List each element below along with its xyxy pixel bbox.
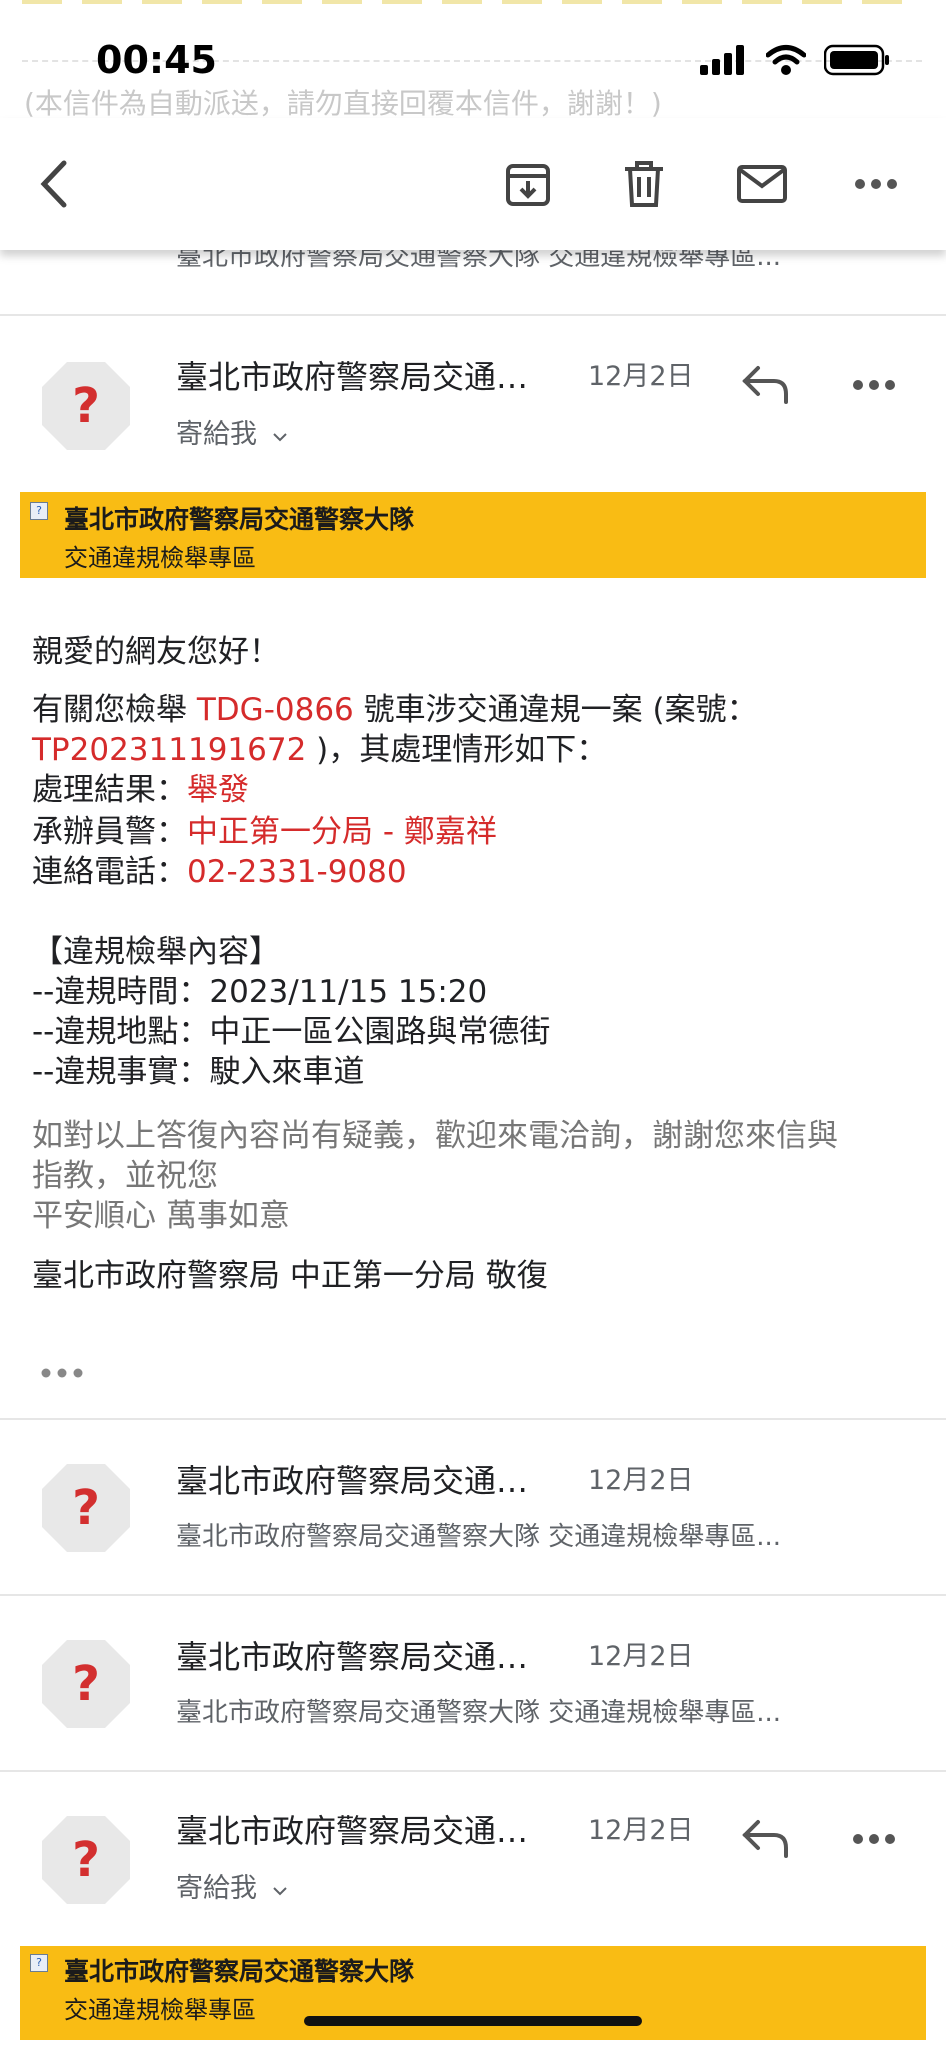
reply-button[interactable] — [740, 1816, 800, 1876]
mark-unread-button[interactable] — [726, 148, 798, 220]
status-time: 00:45 — [96, 38, 217, 82]
status-icons — [700, 44, 890, 76]
message-row[interactable]: ? 臺北市政府警察局交通… 12月2日 臺北市政府警察局交通警察大隊 交通違規檢… — [0, 1420, 946, 1594]
more-icon — [853, 1834, 895, 1844]
chevron-down-icon — [272, 1887, 287, 1896]
closing-line-3: 平安順心 萬事如意 — [32, 1198, 290, 1234]
message-date: 12月2日 — [588, 361, 694, 392]
wifi-icon — [766, 45, 806, 75]
archive-button[interactable] — [492, 148, 564, 220]
message-header[interactable]: ? 臺北市政府警察局交通… 12月2日 寄給我 — [0, 1772, 946, 1932]
faded-notice: (本信件為自動派送，請勿直接回覆本信件，謝謝！) — [24, 87, 662, 120]
result-label: 處理結果： — [32, 772, 187, 808]
violation-place: --違規地點：中正一區公園路與常德街 — [32, 1014, 551, 1050]
sender-name: 臺北市政府警察局交通… — [176, 1462, 529, 1500]
plate-number: TDG-0866 — [196, 692, 354, 728]
banner-title: 臺北市政府警察局交通警察大隊 — [64, 505, 415, 534]
violation-fact: --違規事實：駛入來車道 — [32, 1054, 365, 1090]
case-suffix: )，其處理情形如下： — [306, 732, 608, 768]
result-value: 舉發 — [187, 772, 249, 808]
phone-label: 連絡電話： — [32, 854, 187, 890]
violation-time: --違規時間：2023/11/15 15:20 — [32, 974, 488, 1010]
recipient-label[interactable]: 寄給我 — [176, 412, 288, 451]
case-prefix: 有關您檢舉 — [32, 692, 197, 728]
toolbar — [0, 118, 946, 250]
closing-line-2: 指教，並祝您 — [32, 1158, 218, 1194]
unknown-sender-avatar: ? — [42, 1816, 130, 1904]
show-trimmed-button[interactable] — [40, 1364, 84, 1383]
case-number-line: TP202311191672 )，其處理情形如下： — [32, 724, 607, 769]
ellipsis-icon — [41, 1368, 83, 1378]
more-icon — [853, 380, 895, 390]
officer-value: 中正第一分局 - 鄭嘉祥 — [187, 814, 497, 850]
svg-text:?: ? — [72, 378, 100, 434]
mail-icon — [737, 165, 787, 203]
archive-icon — [506, 164, 550, 206]
closing-line-1: 如對以上答復內容尚有疑義，歡迎來電洽詢，謝謝您來信與 — [32, 1118, 838, 1154]
unknown-sender-avatar: ? — [42, 1464, 130, 1552]
officer-line: 承辦員警：中正第一分局 - 鄭嘉祥 — [32, 806, 497, 851]
more-button[interactable] — [840, 148, 912, 220]
delete-button[interactable] — [608, 148, 680, 220]
case-number: TP202311191672 — [32, 732, 307, 768]
broken-image-icon: ? — [30, 502, 48, 520]
officer-label: 承辦員警： — [32, 814, 187, 850]
greeting: 親愛的網友您好！ — [32, 634, 280, 670]
case-middle: 號車涉交通違規一案 (案號： — [353, 692, 758, 728]
message-snippet: 臺北市政府警察局交通警察大隊 交通違規檢舉專區... — [176, 1522, 782, 1552]
message-row[interactable]: ? 臺北市政府警察局交通… 12月2日 臺北市政府警察局交通警察大隊 交通違規檢… — [0, 1596, 946, 1770]
message-snippet: 臺北市政府警察局交通警察大隊 交通違規檢舉專區... — [176, 1698, 782, 1728]
message-more-button[interactable] — [852, 376, 902, 406]
svg-text:?: ? — [72, 1480, 100, 1536]
banner-title: 臺北市政府警察局交通警察大隊 — [64, 1957, 415, 1986]
unknown-sender-avatar: ? — [42, 362, 130, 450]
signal-icon — [700, 45, 744, 75]
sender-name: 臺北市政府警察局交通… — [176, 358, 529, 396]
recipient-text: 寄給我 — [176, 1873, 257, 1904]
message-date: 12月2日 — [588, 1465, 694, 1496]
home-indicator[interactable] — [304, 2016, 642, 2026]
reply-button[interactable] — [740, 362, 800, 422]
recipient-text: 寄給我 — [176, 419, 257, 450]
message-more-button[interactable] — [852, 1830, 902, 1860]
sender-name: 臺北市政府警察局交通… — [176, 1812, 529, 1850]
svg-text:?: ? — [72, 1832, 100, 1888]
back-button[interactable] — [18, 148, 90, 220]
reply-icon — [742, 1820, 788, 1858]
result-line: 處理結果：舉發 — [32, 764, 249, 809]
top-stripe — [22, 0, 922, 4]
trash-icon — [625, 161, 663, 207]
more-icon — [855, 179, 897, 189]
section-title: 【違規檢舉內容】 — [32, 934, 280, 970]
signature: 臺北市政府警察局 中正第一分局 敬復 — [32, 1258, 548, 1294]
battery-icon — [824, 44, 889, 76]
phone-link[interactable]: 02-2331-9080 — [187, 854, 407, 890]
message-date: 12月2日 — [588, 1815, 694, 1846]
sender-name: 臺北市政府警察局交通… — [176, 1638, 529, 1676]
chevron-down-icon — [272, 433, 287, 442]
recipient-label[interactable]: 寄給我 — [176, 1866, 288, 1905]
svg-text:?: ? — [72, 1656, 100, 1712]
unknown-sender-avatar: ? — [42, 1640, 130, 1728]
message-date: 12月2日 — [588, 1641, 694, 1672]
phone-line: 連絡電話：02-2331-9080 — [32, 846, 407, 891]
reply-icon — [742, 366, 788, 404]
case-line: 有關您檢舉 TDG-0866 號車涉交通違規一案 (案號： — [32, 684, 758, 729]
back-arrow-icon — [40, 160, 67, 208]
banner-subtitle: 交通違規檢舉專區 — [64, 544, 256, 572]
broken-image-icon: ? — [30, 1954, 48, 1972]
banner-subtitle: 交通違規檢舉專區 — [64, 1996, 256, 2024]
message-header[interactable]: ? 臺北市政府警察局交通… 12月2日 寄給我 — [0, 316, 946, 466]
